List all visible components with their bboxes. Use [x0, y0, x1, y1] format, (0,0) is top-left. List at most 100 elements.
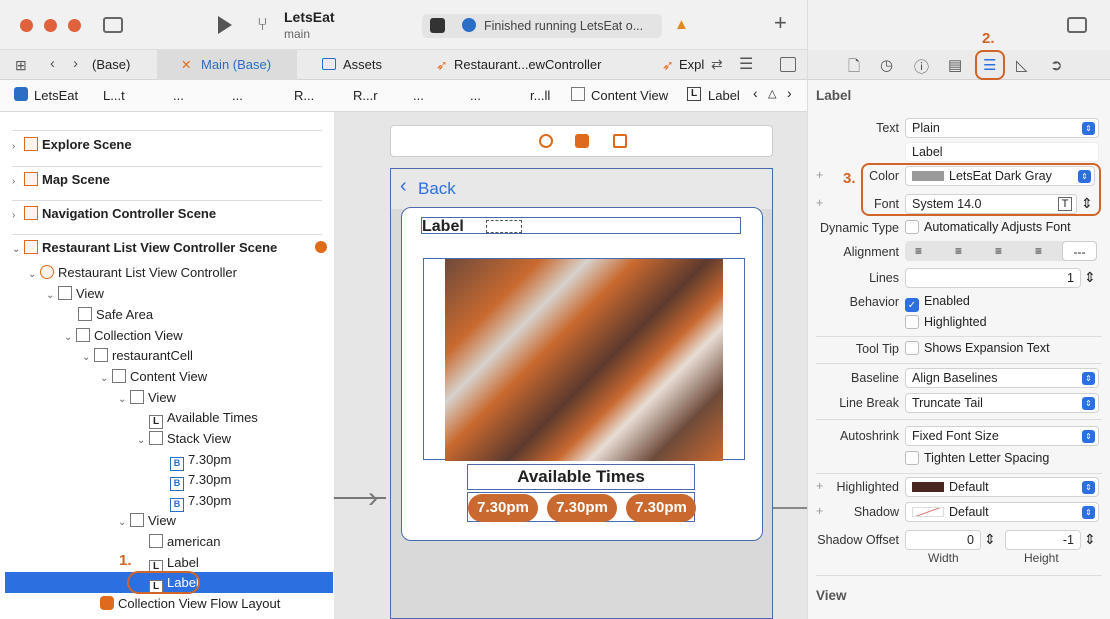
crumb-3[interactable]: ... [232, 88, 243, 103]
outline-image-view-container[interactable]: ⌄ View [118, 510, 176, 531]
time-button-3[interactable]: 7.30pm [626, 494, 696, 522]
shadow-popup[interactable]: Default ⇕ [905, 502, 1099, 522]
outline-stack-view[interactable]: ⌄ Stack View [137, 428, 231, 449]
close-window-button[interactable] [20, 19, 33, 32]
outline-restaurant-cell[interactable]: ⌄ restaurantCell [82, 345, 193, 366]
outline-nav-scene[interactable]: › Navigation Controller Scene [12, 203, 216, 224]
crumb-folder[interactable]: L...t [103, 88, 125, 103]
tab-assets[interactable]: Assets [343, 50, 382, 80]
outline-available-times[interactable]: L Available Times [137, 407, 258, 429]
add-editor-icon[interactable] [780, 57, 796, 72]
file-inspector-icon[interactable]: 🗋 [848, 56, 860, 81]
segue-icon[interactable] [315, 241, 327, 253]
enabled-checkbox[interactable]: ✓ Enabled [905, 294, 970, 312]
vc-dock-icon[interactable] [539, 134, 553, 148]
dynamic-type-checkbox[interactable]: Automatically Adjusts Font [905, 220, 1071, 234]
minimize-window-button[interactable] [44, 19, 57, 32]
shadow-offset-height[interactable]: -1 [1005, 530, 1081, 550]
outline-view[interactable]: ⌄ View [46, 283, 104, 304]
editor-options-icon[interactable]: ☰ [739, 54, 753, 74]
color-popup[interactable]: LetsEat Dark Gray ⇕ [905, 166, 1095, 186]
outline-map-scene[interactable]: › Map Scene [12, 169, 110, 190]
back-nav-icon[interactable]: ‹ [50, 55, 55, 72]
exit-icon[interactable] [613, 134, 627, 148]
time-button-2[interactable]: 7.30pm [547, 494, 617, 522]
related-items-icon[interactable]: ⇄ [711, 56, 723, 73]
text-type-popup[interactable]: Plain ⇕ [905, 118, 1099, 138]
color-variation-add[interactable]: + [816, 168, 823, 182]
back-chevron-icon[interactable]: ‹ [400, 175, 407, 198]
crumb-label[interactable]: Label [708, 88, 740, 103]
line-break-popup[interactable]: Truncate Tail ⇕ [905, 393, 1099, 413]
crumb-project[interactable]: LetsEat [34, 88, 78, 103]
autoshrink-popup[interactable]: Fixed Font Size ⇕ [905, 426, 1099, 446]
align-justify-icon[interactable]: ≡ [1035, 241, 1042, 261]
tighten-spacing-checkbox[interactable]: Tighten Letter Spacing [905, 451, 1049, 465]
align-natural-icon[interactable]: --- [1062, 241, 1097, 261]
outline-restaurant-scene[interactable]: ⌄ Restaurant List View Controller Scene [12, 237, 327, 258]
highlighted-variation-add[interactable]: + [816, 479, 823, 493]
connections-inspector-icon[interactable]: ➲ [1050, 56, 1063, 74]
crumb-2[interactable]: ... [173, 88, 184, 103]
add-button[interactable]: + [774, 10, 787, 36]
crumb-8[interactable]: r...ll [530, 88, 550, 103]
back-button[interactable]: Back [418, 179, 456, 199]
identity-inspector-icon[interactable]: ▤ [948, 56, 962, 74]
shadow-offset-width[interactable]: 0 [905, 530, 981, 550]
baseline-popup[interactable]: Align Baselines ⇕ [905, 368, 1099, 388]
outline-collection-view[interactable]: ⌄ Collection View [64, 325, 183, 346]
alignment-control[interactable]: ≡ ≡ ≡ ≡ --- [905, 241, 1097, 261]
tab-restaurant-controller[interactable]: Restaurant...ewController [454, 50, 601, 80]
outline-explore-scene[interactable]: › Explore Scene [12, 134, 132, 155]
outline-flow-layout[interactable]: Collection View Flow Layout [100, 593, 280, 614]
lines-stepper[interactable]: ⇕ [1084, 269, 1096, 286]
outline-safe-area[interactable]: Safe Area [66, 304, 153, 325]
crumb-content-view[interactable]: Content View [591, 88, 668, 103]
font-variation-add[interactable]: + [816, 196, 823, 210]
size-inspector-icon[interactable]: ◺ [1016, 56, 1028, 74]
highlighted-checkbox[interactable]: Highlighted [905, 315, 987, 329]
warning-icon[interactable]: ▲ [674, 16, 689, 33]
font-field[interactable]: System 14.0 T [905, 194, 1077, 214]
outline-inner-view[interactable]: ⌄ View [118, 387, 176, 408]
outline-button-2[interactable]: B 7.30pm [158, 469, 231, 491]
zoom-window-button[interactable] [68, 19, 81, 32]
outline-label-1[interactable]: L Label [137, 552, 199, 574]
crumb-6[interactable]: ... [413, 88, 424, 103]
align-right-icon[interactable]: ≡ [995, 241, 1002, 261]
grid-icon[interactable]: ⊞ [15, 57, 27, 74]
resize-handles[interactable] [486, 220, 522, 233]
forward-nav-icon[interactable]: › [73, 55, 78, 72]
height-stepper[interactable]: ⇕ [1084, 531, 1096, 548]
outline-american-image[interactable]: american [137, 531, 220, 552]
time-button-1[interactable]: 7.30pm [468, 494, 538, 522]
lines-field[interactable]: 1 [905, 268, 1081, 288]
font-picker-icon[interactable]: T [1058, 197, 1072, 211]
outline-button-3[interactable]: B 7.30pm [158, 490, 231, 512]
tooltip-checkbox[interactable]: Shows Expansion Text [905, 341, 1050, 355]
shadow-variation-add[interactable]: + [816, 504, 823, 518]
run-icon[interactable] [218, 16, 232, 34]
tab-base[interactable]: (Base) [92, 50, 130, 80]
tab-explore[interactable]: Expl [679, 50, 704, 80]
highlighted-color-popup[interactable]: Default ⇕ [905, 477, 1099, 497]
history-inspector-icon[interactable]: ◷ [880, 56, 893, 74]
available-times-label[interactable]: Available Times [467, 467, 695, 487]
align-left-icon[interactable]: ≡ [915, 241, 922, 261]
first-responder-icon[interactable] [575, 134, 589, 148]
restaurant-image[interactable] [445, 259, 723, 461]
restaurant-cell[interactable]: Label Available Times 7.30pm 7.30pm 7.30… [401, 207, 763, 541]
inspector-toggle-icon[interactable] [1067, 17, 1087, 33]
cell-label[interactable]: Label [422, 218, 464, 236]
crumb-7[interactable]: ... [470, 88, 481, 103]
crumb-4[interactable]: R... [294, 88, 314, 103]
tab-main-base-bg[interactable]: ✕ Main (Base) [157, 50, 297, 80]
align-center-icon[interactable]: ≡ [955, 241, 962, 261]
outline-button-1[interactable]: B 7.30pm [158, 449, 231, 471]
sidebar-toggle-icon[interactable] [103, 17, 123, 33]
help-inspector-icon[interactable]: ⓘ [914, 56, 929, 77]
outline-restaurant-vc[interactable]: ⌄ Restaurant List View Controller [28, 262, 237, 283]
next-issue-icon[interactable]: › [787, 85, 792, 101]
width-stepper[interactable]: ⇕ [984, 531, 996, 548]
crumb-5[interactable]: R...r [353, 88, 378, 103]
